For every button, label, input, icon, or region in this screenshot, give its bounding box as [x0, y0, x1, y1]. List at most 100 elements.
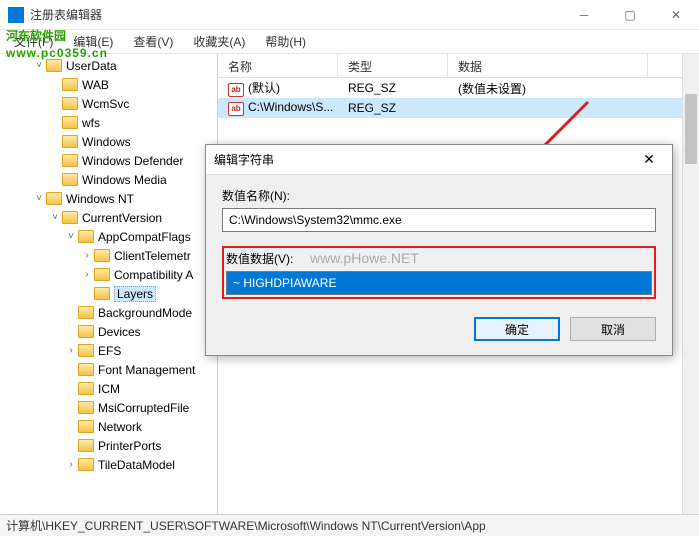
tree-label: Windows Defender	[82, 154, 183, 168]
cell-type: REG_SZ	[338, 99, 448, 117]
expander-icon[interactable]	[48, 79, 62, 90]
expander-icon[interactable]	[64, 402, 78, 413]
list-header: 名称 类型 数据	[218, 54, 699, 78]
string-value-icon: ab	[228, 83, 244, 97]
expander-icon[interactable]: ˅	[48, 212, 62, 223]
ok-button[interactable]: 确定	[474, 317, 560, 341]
dialog-titlebar[interactable]: 编辑字符串 ✕	[206, 145, 672, 175]
tree-label: Network	[98, 420, 142, 434]
tree-item[interactable]: ›EFS	[0, 341, 217, 360]
expander-icon[interactable]	[64, 364, 78, 375]
menu-favorites[interactable]: 收藏夹(A)	[185, 31, 253, 52]
cell-data	[448, 106, 648, 110]
scrollbar-thumb[interactable]	[685, 94, 697, 164]
tree-label: Devices	[98, 325, 141, 339]
expander-icon[interactable]: ›	[80, 269, 94, 280]
tree-item[interactable]: wfs	[0, 113, 217, 132]
expander-icon[interactable]: ˅	[64, 231, 78, 242]
tree-item[interactable]: Windows Defender	[0, 151, 217, 170]
value-data-input[interactable]	[226, 271, 652, 295]
folder-icon	[78, 439, 94, 452]
vertical-scrollbar[interactable]	[682, 54, 699, 514]
tree-item[interactable]: Layers	[0, 284, 217, 303]
folder-icon	[62, 78, 78, 91]
tree-item[interactable]: WcmSvc	[0, 94, 217, 113]
col-data[interactable]: 数据	[448, 54, 648, 77]
folder-icon	[78, 344, 94, 357]
col-type[interactable]: 类型	[338, 54, 448, 77]
folder-icon	[62, 97, 78, 110]
tree-item[interactable]: PrinterPorts	[0, 436, 217, 455]
dialog-buttons: 确定 取消	[222, 317, 656, 341]
folder-icon	[94, 287, 110, 300]
tree-item[interactable]: ˅CurrentVersion	[0, 208, 217, 227]
expander-icon[interactable]	[48, 136, 62, 147]
tree-label: AppCompatFlags	[98, 230, 191, 244]
folder-icon	[78, 230, 94, 243]
tree-label: wfs	[82, 116, 100, 130]
tree-item[interactable]: Font Management	[0, 360, 217, 379]
tree-label: Compatibility A	[114, 268, 193, 282]
tree-label: WcmSvc	[82, 97, 129, 111]
tree-item[interactable]: › Compatibility A	[0, 265, 217, 284]
expander-icon[interactable]	[48, 117, 62, 128]
tree-item[interactable]: ICM	[0, 379, 217, 398]
expander-icon[interactable]	[64, 326, 78, 337]
expander-icon[interactable]: ˅	[32, 193, 46, 204]
registry-tree[interactable]: ˅ UserData WAB WcmSvc wfs Windows Windows…	[0, 54, 218, 514]
expander-icon[interactable]	[48, 174, 62, 185]
minimize-button[interactable]: ─	[561, 0, 607, 30]
tree-item[interactable]: WAB	[0, 75, 217, 94]
list-row[interactable]: ab(默认)REG_SZ(数值未设置)	[218, 78, 699, 98]
tree-item[interactable]: ›ClientTelemetr	[0, 246, 217, 265]
expander-icon[interactable]	[80, 288, 94, 299]
tree-label: Font Management	[98, 363, 195, 377]
expander-icon[interactable]	[64, 421, 78, 432]
folder-icon	[78, 401, 94, 414]
expander-icon[interactable]	[64, 440, 78, 451]
menu-file[interactable]: 文件(F)	[6, 31, 61, 52]
cell-type: REG_SZ	[338, 79, 448, 97]
tree-label: MsiCorruptedFile	[98, 401, 189, 415]
tree-label: Windows NT	[66, 192, 134, 206]
expander-icon[interactable]: ˅	[32, 60, 46, 71]
tree-item[interactable]: › TileDataModel	[0, 455, 217, 474]
value-name-input[interactable]	[222, 208, 656, 232]
value-data-label: 数值数据(V):	[226, 250, 652, 267]
col-name[interactable]: 名称	[218, 54, 338, 77]
tree-item[interactable]: Devices	[0, 322, 217, 341]
expander-icon[interactable]: ›	[64, 345, 78, 356]
status-path: 计算机\HKEY_CURRENT_USER\SOFTWARE\Microsoft…	[6, 517, 486, 534]
menu-help[interactable]: 帮助(H)	[257, 31, 314, 52]
tree-item[interactable]: Windows	[0, 132, 217, 151]
tree-label: UserData	[66, 59, 117, 73]
tree-label: TileDataModel	[98, 458, 175, 472]
expander-icon[interactable]	[48, 98, 62, 109]
list-row[interactable]: abC:\Windows\S...REG_SZ	[218, 98, 699, 118]
expander-icon[interactable]	[64, 307, 78, 318]
tree-item[interactable]: BackgroundMode	[0, 303, 217, 322]
close-button[interactable]: ✕	[653, 0, 699, 30]
edit-string-dialog: 编辑字符串 ✕ 数值名称(N): 数值数据(V): 确定 取消	[205, 144, 673, 356]
expander-icon[interactable]: ›	[80, 250, 94, 261]
maximize-button[interactable]: ▢	[607, 0, 653, 30]
tree-item[interactable]: ˅ AppCompatFlags	[0, 227, 217, 246]
expander-icon[interactable]	[64, 383, 78, 394]
dialog-close-button[interactable]: ✕	[634, 151, 664, 168]
menu-view[interactable]: 查看(V)	[125, 31, 181, 52]
folder-icon	[62, 211, 78, 224]
tree-label: Windows	[82, 135, 131, 149]
expander-icon[interactable]: ›	[64, 459, 78, 470]
tree-item[interactable]: ˅ UserData	[0, 56, 217, 75]
string-value-icon: ab	[228, 102, 244, 116]
tree-item[interactable]: ˅ Windows NT	[0, 189, 217, 208]
menu-edit[interactable]: 编辑(E)	[65, 31, 121, 52]
folder-icon	[78, 306, 94, 319]
tree-item[interactable]: Windows Media	[0, 170, 217, 189]
folder-icon	[94, 268, 110, 281]
tree-item[interactable]: Network	[0, 417, 217, 436]
cancel-button[interactable]: 取消	[570, 317, 656, 341]
expander-icon[interactable]	[48, 155, 62, 166]
tree-item[interactable]: MsiCorruptedFile	[0, 398, 217, 417]
dialog-body: 数值名称(N): 数值数据(V): 确定 取消	[206, 175, 672, 355]
